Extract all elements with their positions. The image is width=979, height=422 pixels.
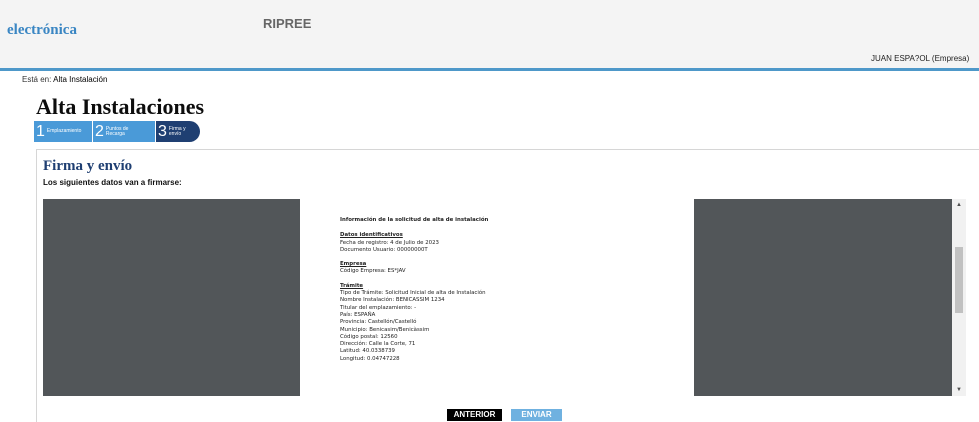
scrollbar-thumb[interactable] xyxy=(955,247,963,313)
step-label: Firma y envío xyxy=(168,125,186,137)
step-emplazamiento[interactable]: 1 Emplazamiento xyxy=(34,121,92,142)
step-label: Puntos de Recarga xyxy=(105,125,129,137)
step-number: 3 xyxy=(158,122,167,140)
page-title: Alta Instalaciones xyxy=(36,94,205,119)
document-line: Documento Usuario: 00000000T xyxy=(340,246,428,253)
step-label: Emplazamiento xyxy=(46,128,82,134)
breadcrumb-current[interactable]: Alta Instalación xyxy=(53,75,107,84)
header-divider xyxy=(0,68,979,71)
document-line: Municipio: Benicasim/Benicàssim xyxy=(340,326,430,333)
app-name: RIPREE xyxy=(263,16,312,31)
arrow-up-icon[interactable]: ▲ xyxy=(952,199,966,211)
section-title: Firma y envío xyxy=(43,158,133,174)
app-header: electrónica RIPREE JUAN ESPA?OL (Empresa… xyxy=(0,0,979,68)
document-line: Fecha de registro: 4 de Julio de 2023 xyxy=(340,239,439,246)
block-title: Trámite xyxy=(340,282,364,289)
pdf-viewer[interactable]: Información de la solicitud de alta de i… xyxy=(43,199,966,396)
document-page: Información de la solicitud de alta de i… xyxy=(300,199,694,396)
step-number: 1 xyxy=(36,122,45,140)
user-name[interactable]: JUAN ESPA?OL (Empresa) xyxy=(871,54,969,63)
step-firma-y-envio[interactable]: 3 Firma y envío xyxy=(156,121,200,142)
document-line: Dirección: Calle la Corte, 71 xyxy=(340,341,416,348)
viewer-scrollbar[interactable]: ▲ ▼ xyxy=(952,199,966,396)
step-puntos-de-recarga[interactable]: 2 Puntos de Recarga xyxy=(93,121,155,142)
document-line: Código Empresa: ES*JAV xyxy=(340,268,406,275)
arrow-down-icon[interactable]: ▼ xyxy=(952,384,966,396)
wizard-stepper: 1 Emplazamiento 2 Puntos de Recarga 3 Fi… xyxy=(34,121,200,142)
document-line: Titular del emplazamiento: - xyxy=(340,304,417,311)
back-button[interactable]: ANTERIOR xyxy=(447,409,502,421)
document-line: Provincia: Castellón/Castelló xyxy=(340,319,417,326)
send-button[interactable]: ENVIAR xyxy=(511,409,562,421)
block-title: Datos identificativos xyxy=(340,232,403,239)
step-number: 2 xyxy=(95,122,104,140)
section-subtitle: Los siguientes datos van a firmarse: xyxy=(43,178,182,187)
document-line: Nombre Instalación: BENICASSIM 1234 xyxy=(340,297,445,304)
breadcrumb: Está en: Alta Instalación xyxy=(22,75,107,84)
document-line: Longitud: 0.04747228 xyxy=(340,355,400,362)
breadcrumb-label: Está en: xyxy=(22,75,52,84)
brand-text: electrónica xyxy=(7,22,77,38)
document-heading: Información de la solicitud de alta de i… xyxy=(340,217,489,223)
document-line: Latitud: 40.0338739 xyxy=(340,348,395,355)
